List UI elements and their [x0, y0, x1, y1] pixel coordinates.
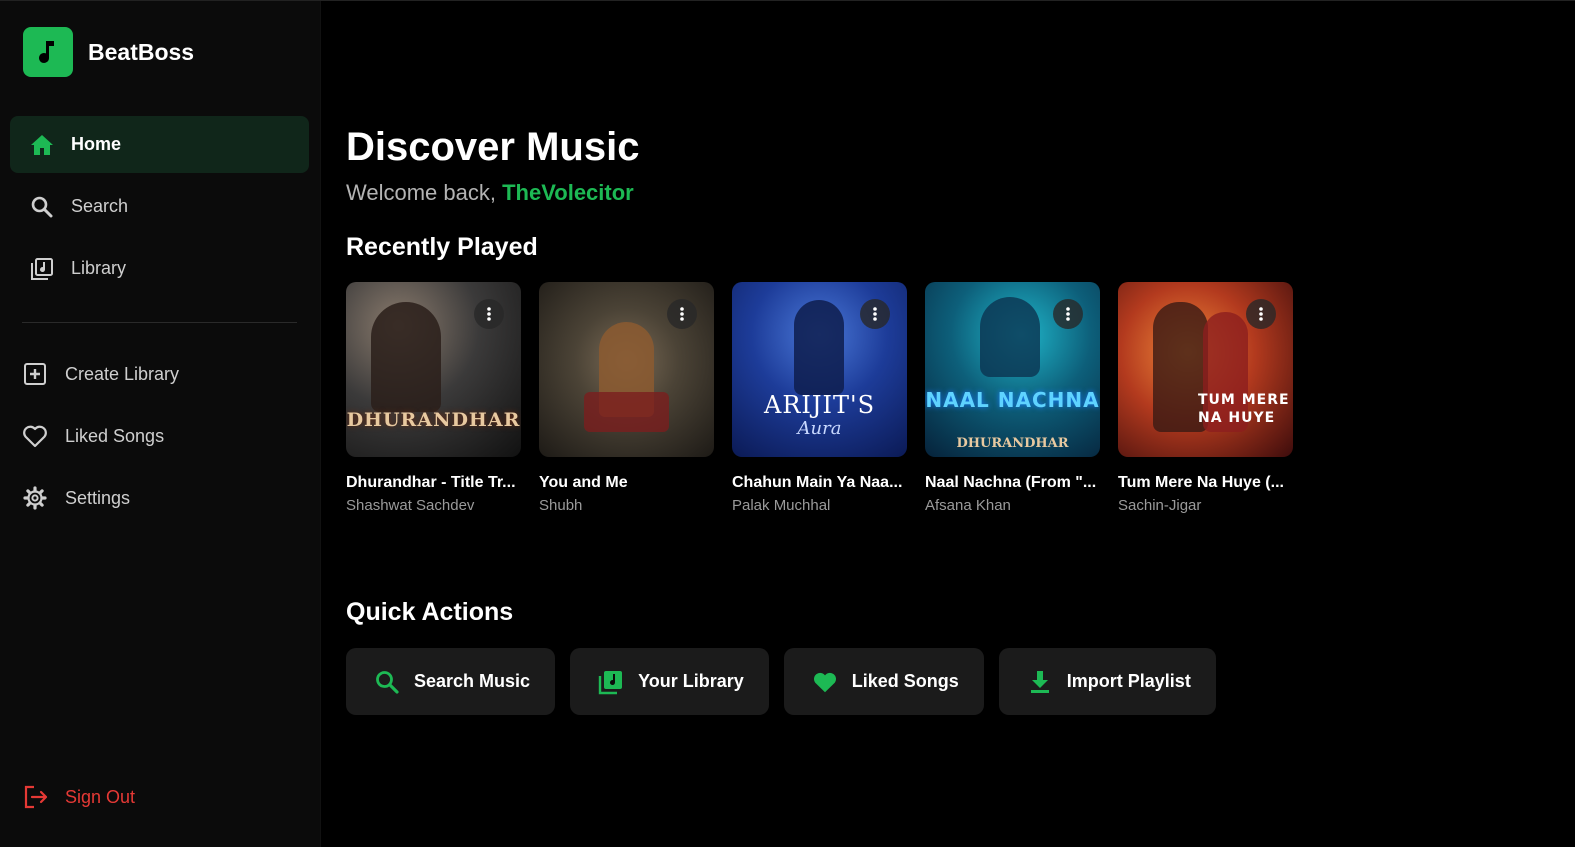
more-options-button[interactable]	[667, 299, 697, 329]
nav-item-liked-songs[interactable]: Liked Songs	[22, 410, 309, 462]
song-artist[interactable]: Shubh	[539, 497, 714, 514]
nav-item-search[interactable]: Search	[10, 178, 309, 235]
action-label: Liked Songs	[851, 671, 959, 691]
recently-played-heading: Recently Played	[346, 233, 538, 261]
page-title: Discover Music	[346, 125, 640, 169]
sign-out-label: Sign Out	[65, 786, 136, 807]
song-title[interactable]: Naal Nachna (From "...	[925, 474, 1100, 492]
more-options-button[interactable]	[1053, 299, 1083, 329]
cover-title-text: ARIJIT'S	[763, 391, 876, 419]
song-cover[interactable]: NAAL NACHNA DHURANDHAR	[925, 282, 1100, 457]
song-card[interactable]: DHURANDHAR Dhurandhar - Title Tr... Shas…	[346, 282, 521, 514]
more-options-button[interactable]	[1246, 299, 1276, 329]
download-icon	[1027, 669, 1053, 695]
action-label: Search Music	[414, 671, 531, 691]
welcome-message: Welcome back, TheVolecitor	[346, 180, 634, 206]
song-artist[interactable]: Palak Muchhal	[732, 497, 907, 514]
main-nav: Home Search Library	[10, 116, 309, 302]
song-artist[interactable]: Shashwat Sachdev	[346, 497, 521, 514]
brand[interactable]: BeatBoss	[23, 27, 194, 77]
main-content: Discover Music Welcome back, TheVolecito…	[321, 1, 1575, 847]
nav-item-label: Create Library	[65, 363, 180, 384]
song-artist[interactable]: Afsana Khan	[925, 497, 1100, 514]
sign-out-button[interactable]: Sign Out	[23, 784, 135, 810]
search-music-button[interactable]: Search Music	[346, 648, 556, 715]
library-icon	[30, 257, 54, 281]
username: TheVolecitor	[502, 180, 634, 205]
nav-item-label: Search	[71, 196, 129, 216]
nav-item-label: Library	[71, 258, 127, 278]
search-icon	[374, 669, 400, 695]
your-library-button[interactable]: Your Library	[570, 648, 769, 715]
cover-title-text: TUM MERE NA HUYE	[1198, 391, 1290, 426]
song-card[interactable]: ARIJIT'S Aura Chahun Main Ya Naa... Pala…	[732, 282, 907, 514]
nav-item-library[interactable]: Library	[10, 240, 309, 297]
nav-item-settings[interactable]: Settings	[22, 472, 309, 524]
song-card[interactable]: You and Me Shubh	[539, 282, 714, 514]
search-icon	[30, 195, 54, 219]
song-cover[interactable]: ARIJIT'S Aura	[732, 282, 907, 457]
song-card[interactable]: TUM MERE NA HUYE Tum Mere Na Huye (... S…	[1118, 282, 1293, 514]
action-label: Import Playlist	[1066, 671, 1191, 691]
library-icon	[598, 669, 624, 695]
song-title[interactable]: Chahun Main Ya Naa...	[732, 474, 907, 492]
song-artist[interactable]: Sachin-Jigar	[1118, 497, 1293, 514]
song-cover[interactable]: TUM MERE NA HUYE	[1118, 282, 1293, 457]
cover-title-text: NAAL NACHNA	[925, 388, 1100, 412]
logout-icon	[23, 784, 49, 810]
welcome-prefix: Welcome back,	[346, 180, 503, 205]
song-card[interactable]: NAAL NACHNA DHURANDHAR Naal Nachna (From…	[925, 282, 1100, 514]
nav-item-create-library[interactable]: Create Library	[22, 348, 309, 400]
recently-played-list: DHURANDHAR Dhurandhar - Title Tr... Shas…	[346, 282, 1311, 514]
song-title[interactable]: You and Me	[539, 474, 714, 492]
liked-songs-button[interactable]: Liked Songs	[783, 648, 984, 715]
more-vertical-icon	[1259, 307, 1263, 321]
more-vertical-icon	[487, 307, 491, 321]
quick-actions: Search Music Your Library Liked Songs Im…	[346, 648, 1231, 715]
nav-item-label: Liked Songs	[65, 425, 165, 446]
plus-square-icon	[22, 361, 48, 387]
song-cover[interactable]: DHURANDHAR	[346, 282, 521, 457]
sidebar-divider	[22, 322, 297, 323]
action-label: Your Library	[638, 671, 744, 691]
gear-icon	[22, 485, 48, 511]
song-title[interactable]: Dhurandhar - Title Tr...	[346, 474, 521, 492]
quick-actions-heading: Quick Actions	[346, 598, 514, 626]
music-note-icon	[23, 27, 73, 77]
more-vertical-icon	[680, 307, 684, 321]
secondary-nav: Create Library Liked Songs Settings	[22, 348, 309, 534]
home-icon	[30, 133, 54, 157]
heart-outline-icon	[22, 423, 48, 449]
song-title[interactable]: Tum Mere Na Huye (...	[1118, 474, 1293, 492]
song-cover[interactable]	[539, 282, 714, 457]
sidebar: BeatBoss Home Search Library Create Libr…	[0, 1, 321, 847]
nav-item-label: Settings	[65, 487, 131, 508]
cover-title-text: DHURANDHAR	[346, 409, 521, 431]
nav-item-home[interactable]: Home	[10, 116, 309, 173]
cover-subtitle-text: Aura	[797, 418, 842, 439]
more-vertical-icon	[1066, 307, 1070, 321]
nav-item-label: Home	[71, 134, 122, 154]
import-playlist-button[interactable]: Import Playlist	[998, 648, 1216, 715]
cover-subtitle-text: DHURANDHAR	[956, 436, 1069, 451]
brand-name: BeatBoss	[88, 38, 195, 65]
more-options-button[interactable]	[474, 299, 504, 329]
more-vertical-icon	[873, 307, 877, 321]
heart-icon	[812, 669, 838, 695]
more-options-button[interactable]	[860, 299, 890, 329]
